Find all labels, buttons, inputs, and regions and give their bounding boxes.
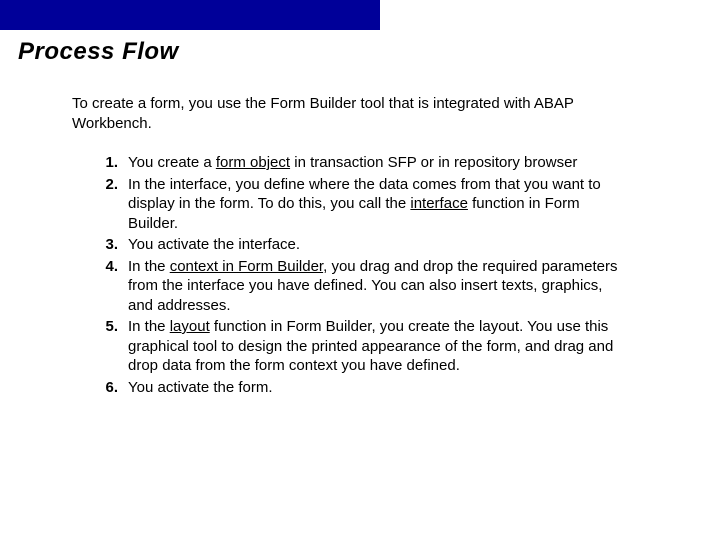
steps-list: 1. You create a form object in transacti… xyxy=(72,153,670,397)
step-number: 1. xyxy=(102,153,128,173)
intro-paragraph: To create a form, you use the Form Build… xyxy=(72,94,670,133)
step-item: 6. You activate the form. xyxy=(102,378,670,398)
step-text: You activate the interface. xyxy=(128,235,670,255)
step-number: 6. xyxy=(102,378,128,398)
step-number: 2. xyxy=(102,175,128,234)
page-title: Process Flow xyxy=(0,30,720,66)
link-form-object[interactable]: form object xyxy=(216,154,290,171)
step-text: In the context in Form Builder, you drag… xyxy=(128,257,670,316)
step-number: 4. xyxy=(102,257,128,316)
step-number: 5. xyxy=(102,317,128,376)
step-item: 2. In the interface, you define where th… xyxy=(102,175,670,234)
step-text: You activate the form. xyxy=(128,378,670,398)
link-interface[interactable]: interface xyxy=(410,195,468,212)
step-text: In the interface, you define where the d… xyxy=(128,175,670,234)
step-number: 3. xyxy=(102,235,128,255)
link-layout[interactable]: layout xyxy=(170,318,210,335)
step-item: 1. You create a form object in transacti… xyxy=(102,153,670,173)
content-area: To create a form, you use the Form Build… xyxy=(0,66,720,397)
step-item: 4. In the context in Form Builder, you d… xyxy=(102,257,670,316)
link-context[interactable]: context in Form Builder xyxy=(170,258,323,275)
step-item: 5. In the layout function in Form Builde… xyxy=(102,317,670,376)
step-item: 3. You activate the interface. xyxy=(102,235,670,255)
step-text: You create a form object in transaction … xyxy=(128,153,670,173)
step-text: In the layout function in Form Builder, … xyxy=(128,317,670,376)
header-bar xyxy=(0,0,380,30)
